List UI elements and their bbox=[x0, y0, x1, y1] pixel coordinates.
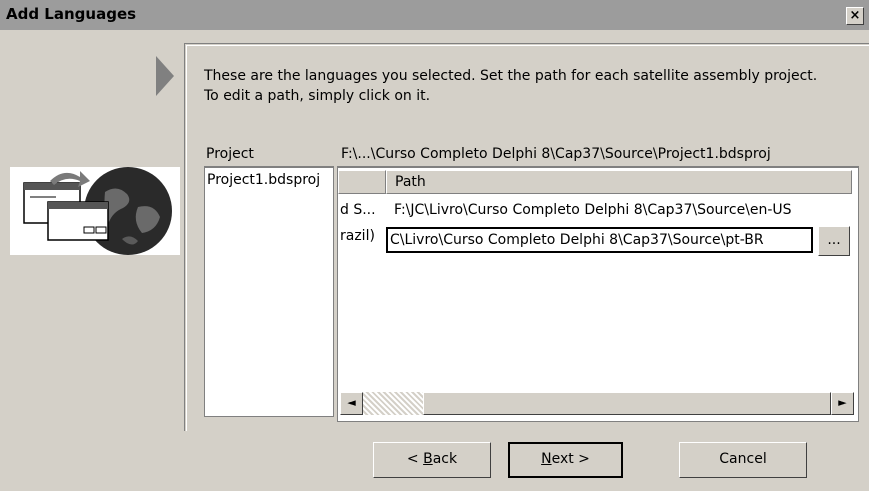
horizontal-scrollbar[interactable]: ◄ ► bbox=[340, 392, 854, 415]
close-icon[interactable]: × bbox=[846, 7, 864, 25]
add-languages-dialog: Add Languages × These are the languages … bbox=[0, 0, 869, 491]
browse-path-button[interactable]: ... bbox=[818, 226, 850, 256]
scroll-left-icon[interactable]: ◄ bbox=[340, 392, 363, 415]
path-column-header: Path bbox=[386, 170, 852, 194]
forward-arrow-icon bbox=[156, 56, 174, 96]
cancel-button[interactable]: Cancel bbox=[679, 442, 807, 478]
project-path-label: F:\...\Curso Completo Delphi 8\Cap37\Sou… bbox=[337, 142, 859, 167]
path-edit-field[interactable]: C\Livro\Curso Completo Delphi 8\Cap37\So… bbox=[386, 227, 813, 253]
next-button[interactable]: Next > bbox=[508, 442, 623, 478]
scrollbar-track[interactable] bbox=[363, 392, 831, 415]
row-language-cell[interactable]: razil) bbox=[340, 226, 384, 246]
project-column-header: Project bbox=[204, 142, 334, 167]
list-item[interactable]: Project1.bdsproj bbox=[205, 172, 333, 192]
project-list[interactable]: Project1.bdsproj bbox=[204, 167, 334, 417]
window-title: Add Languages bbox=[6, 5, 137, 23]
row-language-cell[interactable]: d S... bbox=[340, 200, 384, 220]
add-language-globe-icon bbox=[10, 167, 180, 255]
scroll-right-icon[interactable]: ► bbox=[831, 392, 854, 415]
language-column-header bbox=[338, 170, 386, 194]
instructions-text: These are the languages you selected. Se… bbox=[204, 68, 818, 104]
row-path-cell[interactable]: F:\JC\Livro\Curso Completo Delphi 8\Cap3… bbox=[394, 200, 854, 220]
language-path-grid: Path d S... F:\JC\Livro\Curso Completo D… bbox=[337, 167, 859, 422]
scrollbar-thumb[interactable] bbox=[423, 392, 831, 415]
back-button[interactable]: < Back bbox=[373, 442, 491, 478]
title-bar: Add Languages × bbox=[0, 0, 869, 30]
